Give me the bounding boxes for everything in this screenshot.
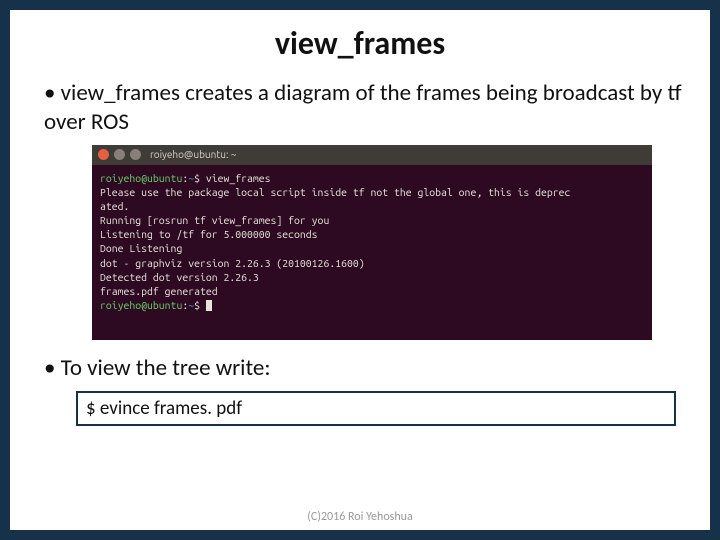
terminal-output-line: Done Listening	[100, 241, 644, 255]
terminal-output-line: Listening to /tf for 5.000000 seconds	[100, 227, 644, 241]
terminal-output-line: Detected dot version 2.26.3	[100, 270, 644, 284]
terminal-titlebar: roiyeho@ubuntu: ~	[92, 145, 652, 165]
close-icon	[98, 149, 109, 160]
terminal-output-line: frames.pdf generated	[100, 284, 644, 298]
slide-title: view_frames	[38, 24, 682, 63]
terminal-output-line: Please use the package local script insi…	[100, 185, 644, 199]
terminal-window-title: roiyeho@ubuntu: ~	[150, 149, 236, 160]
bullet-description: view_frames creates a diagram of the fra…	[44, 79, 682, 137]
terminal-body: roiyeho@ubuntu:~$ view_frames Please use…	[92, 165, 652, 341]
terminal-command: view_frames	[206, 172, 271, 184]
terminal-output-line: dot - graphviz version 2.26.3 (20100126.…	[100, 256, 644, 270]
terminal-user: roiyeho@ubuntu	[100, 172, 182, 184]
command-box: $ evince frames. pdf	[76, 391, 676, 426]
terminal-prompt-line: roiyeho@ubuntu:~$ view_frames	[100, 171, 644, 185]
copyright-footer: (C)2016 Roi Yehoshua	[10, 510, 710, 524]
slide: view_frames view_frames creates a diagra…	[10, 10, 710, 530]
bullet-instruction: To view the tree write:	[44, 354, 682, 383]
terminal-output-line: Running [rosrun tf view_frames] for you	[100, 213, 644, 227]
cursor-icon	[206, 300, 212, 311]
terminal-prompt-line: roiyeho@ubuntu:~$	[100, 298, 644, 312]
maximize-icon	[130, 149, 141, 160]
terminal-screenshot: roiyeho@ubuntu: ~ roiyeho@ubuntu:~$ view…	[92, 145, 652, 341]
terminal-output-line: ated.	[100, 199, 644, 213]
minimize-icon	[114, 149, 125, 160]
